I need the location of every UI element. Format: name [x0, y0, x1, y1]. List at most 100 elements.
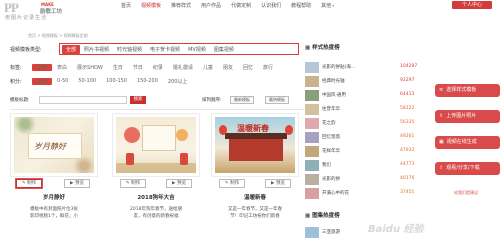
template-description-line: 影印视频1个，鲜花；小	[30, 214, 78, 219]
play-icon: ▶	[271, 181, 275, 186]
rank-thumbnail	[305, 118, 319, 129]
category-ecard[interactable]: 电子贺卡视频	[146, 46, 184, 53]
rank-thumbnail	[305, 76, 319, 87]
rank-item[interactable]: 经典时光轴 92297	[305, 75, 425, 89]
rank-name: 三亚旅游	[322, 230, 340, 235]
rank-item[interactable]: 中国风·通用 64413	[305, 89, 425, 103]
preview-button[interactable]: ▶ 预览	[166, 179, 192, 188]
rank-item[interactable]: 往昔年华 58122	[305, 103, 425, 117]
points-200-plus[interactable]: 200以上	[163, 78, 193, 85]
user-center-button[interactable]: 个人中心	[452, 1, 492, 9]
tag-wedding[interactable]: 婚礼邀请	[168, 64, 198, 71]
category-all[interactable]: 全部	[62, 44, 81, 54]
tag-record[interactable]: 纪录	[148, 64, 168, 71]
category-photobook[interactable]: 照片书视频	[80, 46, 113, 53]
hot-style-title-label: 样式热度榜	[312, 45, 340, 51]
template-thumbnail-frame[interactable]: 温暖新春	[211, 113, 299, 177]
upload-photos-button[interactable]: ⇪ 上传图片照片	[435, 110, 500, 123]
rank-thumbnail	[305, 188, 319, 199]
template-thumbnail: 温暖新春	[215, 117, 295, 173]
share-icon: ⇧	[439, 165, 444, 171]
search-label: 模板标题:	[10, 98, 30, 103]
points-0-50[interactable]: 0-50	[52, 78, 73, 84]
template-title[interactable]: 2018狗年大吉	[112, 193, 200, 201]
rank-item[interactable]: 光影的拼 40176	[305, 173, 425, 187]
rank-item[interactable]: 花之韵 56335	[305, 117, 425, 131]
rank-name: 光影的拼贴(海...	[322, 65, 356, 70]
album-hot-title-label: 图集热度榜	[312, 213, 340, 219]
rank-item[interactable]: 我们 44773	[305, 159, 425, 173]
points-150-200[interactable]: 150-200	[132, 78, 163, 84]
baidu-watermark: Baidu 经验	[368, 224, 424, 235]
nav-item-other-label: 其他	[321, 3, 332, 9]
preview-button[interactable]: ▶ 预览	[265, 179, 291, 188]
template-thumbnail-frame[interactable]: 岁月静好	[10, 113, 98, 177]
rank-thumbnail	[305, 62, 319, 73]
make-button-label: 制作	[131, 181, 141, 186]
search-row: 模板标题: 搜索 排列顺序: 最新模板 最热模板	[10, 95, 305, 106]
make-button[interactable]: ✎ 制作	[16, 179, 42, 188]
tag-children[interactable]: 儿童	[198, 64, 218, 71]
nav-item-other[interactable]: 其他▾	[316, 0, 339, 10]
template-description-line: 模板中有封面照片位3张	[30, 207, 78, 212]
sort-popular-button[interactable]: 最热模板	[265, 96, 289, 104]
nav-item-about[interactable]: 认识我们	[256, 0, 286, 10]
rank-item[interactable]: 花样年华 47932	[305, 145, 425, 159]
template-description-line: 友，有创意的新春祝福	[133, 214, 179, 219]
category-timeline[interactable]: 时光轴视频	[113, 46, 146, 53]
album-hot-title: ▦ 图集热度榜	[305, 211, 340, 219]
share-download-button[interactable]: ⇧ 观看/分享/下载	[435, 162, 500, 175]
nav-item-help[interactable]: 教程帮助	[286, 0, 316, 10]
rank-count: 47932	[400, 148, 415, 153]
tag-festival[interactable]: 节日	[128, 64, 148, 71]
tag-show[interactable]: 展示SHOW	[72, 64, 108, 71]
feedback-link[interactable]: 给我们提建议	[454, 190, 478, 196]
edit-icon: ✎	[125, 181, 130, 186]
rank-name: 开满心中的花	[322, 191, 349, 196]
nav-item-user-works[interactable]: 用户作品	[196, 0, 226, 10]
rank-item[interactable]: 光影的拼贴(海... 104297	[305, 61, 425, 75]
tag-travel[interactable]: 旅行	[258, 64, 278, 71]
site-logo[interactable]: PP MAKE 韵歌工坊 用图片记录生活	[4, 1, 74, 21]
choose-template-button[interactable]: ≡ 选择样式模板	[435, 84, 500, 97]
rank-item[interactable]: 开满心中的花 37451	[305, 187, 425, 201]
tag-friends[interactable]: 朋友	[218, 64, 238, 71]
nav-item-home[interactable]: 首页	[116, 0, 136, 10]
rank-name: 经典时光轴	[322, 79, 345, 84]
points-100-150[interactable]: 100-150	[101, 78, 132, 84]
category-mv[interactable]: MV视频	[184, 46, 210, 53]
rank-count: 104297	[400, 64, 418, 69]
points-all[interactable]: 全部	[32, 77, 53, 85]
nav-item-video-templates[interactable]: 视频模板	[136, 0, 166, 10]
rank-thumbnail	[305, 227, 319, 238]
tag-birthday[interactable]: 生日	[108, 64, 128, 71]
edit-icon: ✎	[224, 181, 229, 186]
search-button[interactable]: 搜索	[130, 96, 146, 104]
template-title-input[interactable]	[39, 96, 127, 104]
play-icon: ▶	[172, 181, 176, 186]
tag-all[interactable]: 全部	[32, 63, 53, 71]
tag-memory[interactable]: 回忆	[238, 64, 258, 71]
rank-thumbnail	[305, 90, 319, 101]
template-thumbnail-frame[interactable]	[112, 113, 200, 177]
nav-item-custom[interactable]: 代做定制	[226, 0, 256, 10]
tag-confession[interactable]: 表白	[52, 64, 72, 71]
template-title[interactable]: 岁月静好	[10, 193, 98, 201]
template-thumbnail	[116, 117, 196, 173]
sort-latest-button[interactable]: 最新模板	[230, 96, 254, 104]
template-title[interactable]: 温暖新春	[211, 193, 299, 201]
nav-item-recommended[interactable]: 推荐样式	[166, 0, 196, 10]
header: PP MAKE 韵歌工坊 用图片记录生活 首页 视频模板 推荐样式 用户作品 代…	[0, 0, 500, 22]
make-button[interactable]: ✎ 制作	[219, 179, 245, 188]
preview-button[interactable]: ▶ 预览	[64, 179, 90, 188]
rank-count: 64413	[400, 92, 415, 97]
category-album[interactable]: 图集视频	[210, 46, 238, 53]
breadcrumb: 首页 > 视频模板 > 视频模板定制	[28, 33, 88, 38]
thumbnail-title-text: 温暖新春	[237, 124, 269, 133]
preview-button-label: 预览	[176, 181, 186, 186]
generate-video-button[interactable]: ▣ 视频在线生成	[435, 136, 500, 149]
rank-item[interactable]: 回忆悠悠 49261	[305, 131, 425, 145]
make-button[interactable]: ✎ 制作	[120, 179, 146, 188]
logo-mark: PP	[4, 0, 19, 15]
points-50-100[interactable]: 50-100	[73, 78, 101, 84]
